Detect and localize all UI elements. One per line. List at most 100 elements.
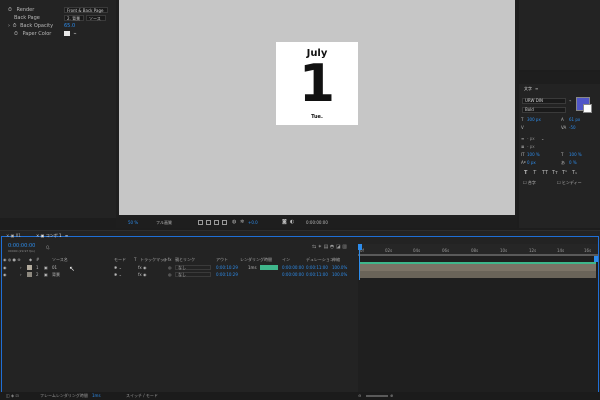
region-icon[interactable] bbox=[222, 220, 227, 227]
tracking-value[interactable]: -50 bbox=[569, 125, 576, 131]
back-page-select[interactable]: 2. 背景 bbox=[64, 15, 84, 21]
work-area-bar[interactable] bbox=[358, 254, 598, 256]
stroke-mode-select[interactable]: ⌄ bbox=[541, 136, 544, 142]
layer-number: 1 bbox=[36, 265, 39, 270]
stretch-value[interactable]: 100.0% bbox=[332, 271, 347, 278]
zoom-select[interactable]: 50 % bbox=[128, 220, 138, 225]
small-caps-button[interactable]: Tᴛ bbox=[552, 170, 558, 176]
superscript-button[interactable]: T¹ bbox=[562, 170, 567, 176]
panel-menu-icon[interactable]: ≡ bbox=[535, 86, 538, 92]
layer-name[interactable]: 01 bbox=[52, 264, 57, 271]
parent-pickwhip-icon[interactable]: ◎ bbox=[168, 271, 172, 278]
stretch-value[interactable]: 100.0% bbox=[332, 264, 347, 271]
table-row[interactable]: ◉ › 2 ▣ 背景 ✱ ⌄ fx ◉ ◎ なし 0:00:10:29 0:00… bbox=[0, 271, 358, 278]
ruler-tick-label: 06s bbox=[442, 248, 450, 253]
parent-pickwhip-icon[interactable]: ◎ bbox=[168, 264, 172, 271]
panel-menu-icon[interactable]: ≡ bbox=[65, 233, 68, 238]
horizontal-scale-value[interactable]: 100 % bbox=[569, 152, 582, 158]
font-size-icon: T bbox=[521, 117, 524, 122]
duration-value[interactable]: 0:00:11:00 bbox=[306, 271, 328, 278]
snapshot-icon[interactable]: ◙ bbox=[282, 219, 287, 225]
av-switch-icons: ◉ ◍ ● ⊕ bbox=[3, 257, 21, 262]
paper-color-swatch[interactable] bbox=[64, 31, 70, 36]
indent-icon: ≣ bbox=[521, 144, 525, 149]
timeline-zoom-slider[interactable] bbox=[366, 395, 388, 397]
chart-icon[interactable]: ▥ bbox=[342, 244, 347, 250]
expand-triangle-icon[interactable]: › bbox=[20, 271, 22, 278]
col-switch-icons: ◎ fx bbox=[163, 257, 172, 262]
fx-switch[interactable]: fx ◉ bbox=[138, 264, 147, 271]
motion-blur-icon[interactable]: ◓ bbox=[330, 244, 334, 250]
label-color-swatch[interactable] bbox=[27, 272, 32, 277]
vertical-scale-value[interactable]: 100 % bbox=[527, 152, 540, 158]
stroke-color-swatch[interactable] bbox=[583, 104, 592, 113]
stopwatch-icon[interactable]: ⏱ bbox=[8, 7, 12, 13]
draft-3d-icon[interactable]: ⇆ bbox=[312, 244, 316, 250]
table-row[interactable]: ◉ › 1 ▣ 01 ✱ ⌄ fx ◉ ◎ なし 0:00:10:29 1ms … bbox=[0, 264, 358, 271]
viewer-timecode[interactable]: 0:00:00:00 bbox=[306, 220, 328, 225]
faux-italic-button[interactable]: T bbox=[533, 170, 536, 176]
hindi-checkbox[interactable]: ☐ ヒンディー bbox=[557, 180, 582, 186]
grid-icon[interactable] bbox=[198, 220, 203, 227]
render-select[interactable]: Front & Back Page bbox=[64, 7, 108, 13]
show-snapshot-icon[interactable]: ◐ bbox=[290, 219, 294, 225]
eyedropper-icon[interactable]: ⌁ bbox=[569, 98, 571, 104]
zoom-out-icon[interactable]: ⊖ bbox=[358, 392, 361, 400]
tab-comp[interactable]: × ▣ コンポ 1 ≡ bbox=[36, 233, 68, 239]
visibility-icon[interactable]: ◉ bbox=[3, 264, 7, 271]
quality-select[interactable]: フル画質 bbox=[156, 220, 172, 226]
font-family-select[interactable]: URW DIN bbox=[522, 98, 566, 104]
close-icon[interactable]: × bbox=[6, 233, 9, 238]
label-color-swatch[interactable] bbox=[27, 265, 32, 270]
all-caps-button[interactable]: TT bbox=[542, 170, 548, 176]
baseline-shift-value[interactable]: 0 px bbox=[527, 160, 536, 166]
layer-switches[interactable]: ✱ ⌄ bbox=[114, 271, 122, 278]
faux-bold-button[interactable]: T bbox=[524, 170, 527, 176]
subscript-button[interactable]: T₁ bbox=[572, 170, 577, 176]
back-page-source-select[interactable]: ソース bbox=[86, 15, 106, 21]
duration-value[interactable]: 0:00:11:00 bbox=[306, 264, 328, 271]
indent-value[interactable]: - px bbox=[527, 144, 535, 150]
expand-triangle-icon[interactable]: › bbox=[8, 23, 10, 29]
graph-editor-icon[interactable]: ◪ bbox=[336, 244, 341, 250]
toggle-switches-modes-button[interactable]: スイッチ / モード bbox=[126, 392, 158, 400]
out-value[interactable]: 0:00:10:29 bbox=[216, 264, 238, 271]
close-icon[interactable]: × bbox=[36, 233, 39, 238]
back-opacity-value[interactable]: 65.0 bbox=[64, 22, 75, 30]
col-source-name[interactable]: ソース名 bbox=[52, 257, 68, 263]
out-value[interactable]: 0:00:10:29 bbox=[216, 271, 238, 278]
expand-triangle-icon[interactable]: › bbox=[20, 264, 22, 271]
layer-switches[interactable]: ✱ ⌄ bbox=[114, 264, 122, 271]
stopwatch-icon[interactable]: ⏱ bbox=[13, 23, 17, 29]
layer-duration-bar[interactable] bbox=[360, 264, 596, 271]
shy-icon[interactable]: ✶ bbox=[318, 244, 322, 250]
stopwatch-icon[interactable]: ⏱ bbox=[14, 31, 18, 37]
parent-select[interactable]: なし bbox=[175, 265, 211, 270]
exposure-value[interactable]: +0.0 bbox=[248, 220, 258, 225]
mask-icon[interactable] bbox=[206, 220, 211, 227]
fx-switch[interactable]: fx ◉ bbox=[138, 271, 147, 278]
font-size-value[interactable]: 300 px bbox=[527, 117, 541, 123]
layer-name[interactable]: 背景 bbox=[52, 271, 60, 278]
visibility-icon[interactable]: ◉ bbox=[3, 271, 7, 278]
exposure-icon[interactable]: ✲ bbox=[240, 219, 244, 225]
frame-blend-icon[interactable]: ▤ bbox=[324, 244, 329, 250]
transparency-icon[interactable] bbox=[214, 220, 219, 227]
in-value[interactable]: 0:00:00:00 bbox=[282, 264, 304, 271]
layer-duration-bar[interactable] bbox=[360, 271, 596, 278]
tsume-value[interactable]: 0 % bbox=[569, 160, 577, 166]
timeline-search-input[interactable]: Q. bbox=[46, 245, 50, 250]
font-style-select[interactable]: Bold bbox=[522, 107, 566, 113]
tab-render-queue[interactable]: × ▣ 01 bbox=[6, 233, 21, 239]
footer-render-value: 1ms bbox=[92, 393, 101, 398]
footer-icons[interactable]: ◫ ◈ ⊡ bbox=[6, 392, 19, 400]
parent-select[interactable]: なし bbox=[175, 272, 211, 277]
zoom-in-icon[interactable]: ⊕ bbox=[390, 392, 393, 400]
in-value[interactable]: 0:00:00:00 bbox=[282, 271, 304, 278]
ruler-tick-label: 10s bbox=[500, 248, 508, 253]
color-channel-icon[interactable]: ◍ bbox=[232, 219, 236, 225]
leading-value[interactable]: 61 px bbox=[569, 117, 580, 123]
ligature-checkbox[interactable]: ☐ 合字 bbox=[523, 180, 536, 186]
stroke-width-value[interactable]: - px bbox=[527, 136, 535, 142]
eyedropper-icon[interactable]: ⌁ bbox=[74, 31, 77, 37]
